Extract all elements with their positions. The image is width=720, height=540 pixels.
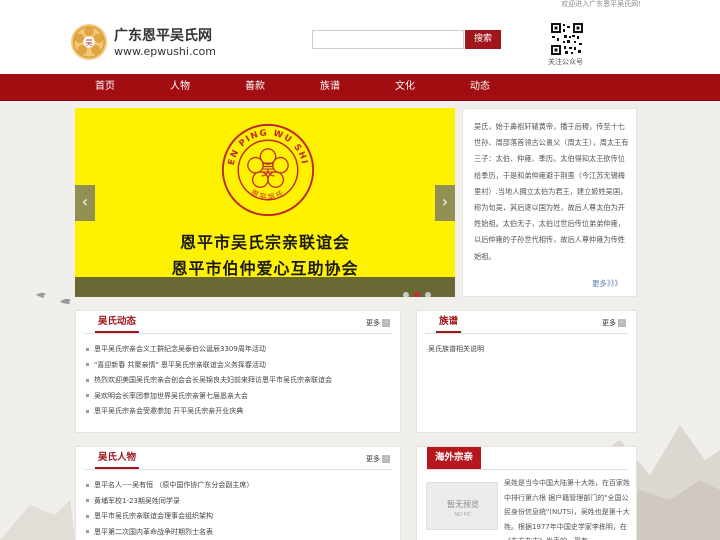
- people-more-link[interactable]: 更多 ›: [366, 454, 390, 464]
- bullet-icon: [86, 363, 89, 367]
- chevron-right-icon: ›: [382, 319, 390, 327]
- nav-item-news[interactable]: 动态: [450, 74, 510, 100]
- slider-dots: [403, 283, 436, 297]
- bullet-icon: [86, 514, 89, 518]
- bullet-icon: [86, 483, 89, 487]
- nav-item-genealogy[interactable]: 族谱: [300, 74, 360, 100]
- nav-item-culture[interactable]: 文化: [375, 74, 435, 100]
- overseas-text: 吴姓是当今中国大陆第十大姓，在百家姓中排行第六根 据户籍管理部门的"全国公民身份…: [504, 479, 630, 540]
- chevron-right-icon: ›: [382, 455, 390, 463]
- qr-label: 关注公众号: [548, 58, 583, 66]
- svg-text:恩平吴氏: 恩平吴氏: [249, 188, 287, 202]
- slider-dot-active[interactable]: [414, 292, 420, 297]
- site-title: 广东恩平吴氏网: [114, 28, 212, 44]
- bullet-icon: [86, 394, 89, 398]
- news-item-title: "喜迎新春 共聚亲情" 恩平吴氏宗亲联谊会义务挥春活动: [94, 360, 266, 369]
- bullet-icon: [86, 378, 89, 382]
- association-emblem: EN PING WU SHI 吴 恩平吴氏: [221, 123, 315, 217]
- news-item-title: 恩平吴氏宗亲会义工群纪念吴泰伯公诞辰3309周年活动: [94, 345, 266, 353]
- people-panel-title: 吴氏人物: [95, 447, 140, 469]
- panel-divider: [84, 333, 392, 334]
- slider-dot[interactable]: [425, 292, 431, 297]
- nav-item-people[interactable]: 人物: [150, 74, 210, 100]
- more-label: 更多: [366, 455, 380, 463]
- intro-box: 吴氏，始于鼻祖轩辕黄帝，播于后稷，传至十七世孙、周部落首领古公亶父（周太王），周…: [462, 108, 637, 297]
- people-item-title: 恩平名人----吴有恒 （原中国作协广东分会副主席）: [94, 481, 254, 489]
- news-item-title: 吴欢明会长率团参加世界吴氏宗亲第七届恳亲大会: [94, 391, 248, 400]
- panel-divider: [425, 333, 628, 334]
- more-label: 更多: [602, 319, 616, 327]
- banner-line-2: 恩平市伯仲爱心互助协会: [171, 259, 359, 278]
- news-panel: 吴氏动态 更多 › 恩平吴氏宗亲会义工群纪念吴泰伯公诞辰3309周年活动 "喜迎新…: [75, 310, 401, 433]
- no-preview-image[interactable]: 暂无预览 NO PIC: [426, 482, 498, 530]
- crane-icon: [36, 292, 71, 304]
- news-panel-title: 吴氏动态: [95, 311, 140, 333]
- search-input[interactable]: [312, 30, 464, 49]
- bullet-icon: [86, 409, 89, 413]
- nopic-label: 暂无预览: [447, 500, 479, 509]
- overseas-panel-title: 海外宗亲: [427, 447, 482, 469]
- emblem-bottom-text: 恩平吴氏: [249, 188, 285, 202]
- list-item[interactable]: 黄埔军校1-23期吴姓同学录: [86, 494, 253, 510]
- news-item-title: 热烈欢迎美国吴氏宗亲会创会会长吴锦良夫妇前来拜访恩平市吴氏宗亲联谊会: [94, 376, 332, 385]
- news-list: 恩平吴氏宗亲会义工群纪念吴泰伯公诞辰3309周年活动 "喜迎新春 共聚亲情" 恩…: [86, 342, 332, 420]
- people-panel: 吴氏人物 更多 › 恩平名人----吴有恒 （原中国作协广东分会副主席） 黄埔军校…: [75, 446, 401, 540]
- people-list: 恩平名人----吴有恒 （原中国作协广东分会副主席） 黄埔军校1-23期吴姓同学…: [86, 478, 253, 540]
- intro-text: 吴氏，始于鼻祖轩辕黄帝，播于后稷，传至十七世孙、周部落首领古公亶父（周太王），周…: [474, 122, 629, 261]
- genealogy-panel: 族谱 更多 › 吴氏族谱相关说明: [416, 310, 637, 433]
- list-item[interactable]: 恩平吴氏宗亲会受邀参加 开平吴氏宗亲开业庆典: [86, 404, 332, 420]
- panel-divider: [84, 469, 392, 470]
- welcome-text: 欢迎进入广东恩平吴氏网!: [561, 0, 641, 8]
- chevron-right-icon: ›: [618, 319, 626, 327]
- bullet-icon: [86, 499, 89, 503]
- list-item[interactable]: 恩平名人----吴有恒 （原中国作协广东分会副主席）: [86, 478, 253, 494]
- slider-prev-icon[interactable]: ‹: [75, 185, 95, 221]
- people-item-title: 黄埔军校1-23期吴姓同学录: [94, 496, 180, 505]
- nopic-sublabel: NO PIC: [454, 512, 472, 518]
- list-item[interactable]: 恩平第二次国内革命战争时期烈士名表: [86, 525, 253, 540]
- slider-next-icon[interactable]: ›: [435, 185, 455, 221]
- bullet-icon: [86, 347, 89, 351]
- logo-emblem-icon[interactable]: 吴: [70, 23, 108, 61]
- slider-caption-bar: [75, 277, 455, 297]
- list-item[interactable]: 恩平市吴氏宗亲联谊会理事会组织架构: [86, 509, 253, 525]
- emblem-char: 吴: [260, 161, 275, 179]
- genealogy-more-link[interactable]: 更多 ›: [602, 318, 626, 328]
- news-more-link[interactable]: 更多 ›: [366, 318, 390, 328]
- list-item[interactable]: 吴欢明会长率团参加世界吴氏宗亲第七届恳亲大会: [86, 389, 332, 405]
- list-item[interactable]: 恩平吴氏宗亲会义工群纪念吴泰伯公诞辰3309周年活动: [86, 342, 332, 358]
- search-button[interactable]: 搜索: [465, 30, 501, 49]
- header: 吴 广东恩平吴氏网 www.epwushi.com 搜索 关注公众号: [0, 9, 720, 74]
- people-item-title: 恩平市吴氏宗亲联谊会理事会组织架构: [94, 512, 213, 521]
- site-url: www.epwushi.com: [114, 45, 216, 58]
- slider-dot[interactable]: [403, 292, 409, 297]
- banner-line-1: 恩平市吴氏宗亲联谊会: [179, 233, 350, 252]
- nav-item-donations[interactable]: 善款: [225, 74, 285, 100]
- bullet-icon: [86, 530, 89, 534]
- svg-text:吴: 吴: [85, 38, 93, 47]
- list-item[interactable]: "喜迎新春 共聚亲情" 恩平吴氏宗亲联谊会义务挥春活动: [86, 358, 332, 374]
- panel-divider: [425, 469, 628, 470]
- genealogy-panel-title: 族谱: [436, 311, 462, 333]
- intro-more-link[interactable]: 更多》》》: [592, 278, 622, 289]
- top-bar: 欢迎进入广东恩平吴氏网!: [0, 0, 720, 9]
- news-item-title: 恩平吴氏宗亲会受邀参加 开平吴氏宗亲开业庆典: [94, 407, 244, 416]
- people-item-title: 恩平第二次国内革命战争时期烈士名表: [94, 527, 213, 536]
- nav-item-home[interactable]: 首页: [75, 74, 135, 100]
- qr-code-icon: [550, 22, 584, 56]
- genealogy-text[interactable]: 吴氏族谱相关说明: [428, 344, 484, 354]
- main-nav: 首页 人物 善款 族谱 文化 动态: [0, 74, 720, 101]
- more-label: 更多: [366, 319, 380, 327]
- banner-slider[interactable]: EN PING WU SHI 吴 恩平吴氏 恩平市吴氏宗亲联谊会 恩平市伯仲爱心…: [75, 108, 455, 297]
- list-item[interactable]: 热烈欢迎美国吴氏宗亲会创会会长吴锦良夫妇前来拜访恩平市吴氏宗亲联谊会: [86, 373, 332, 389]
